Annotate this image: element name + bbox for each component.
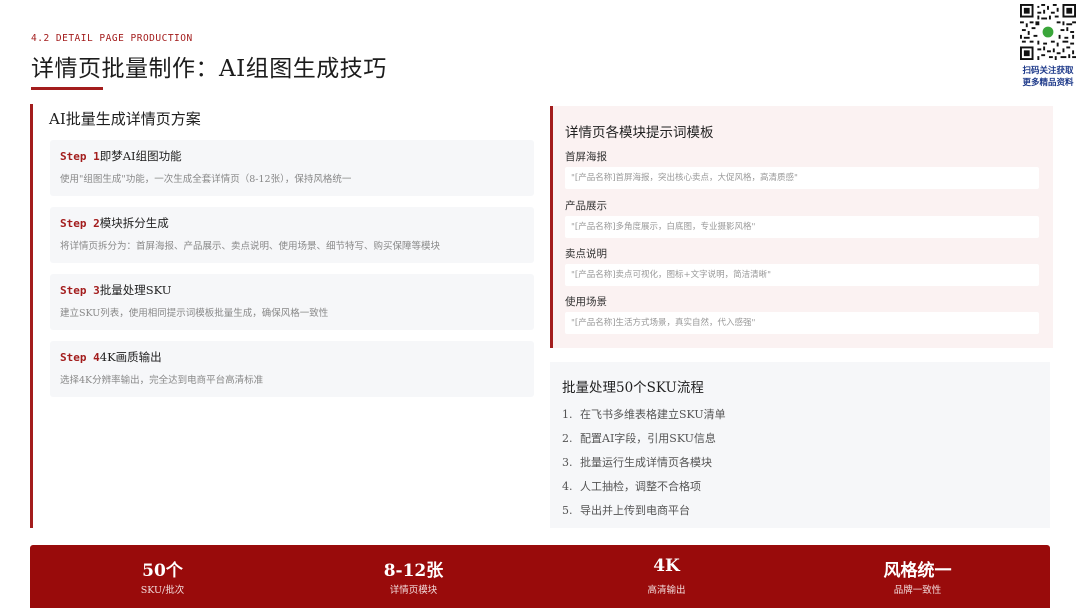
stat-value: 50个 <box>142 561 183 581</box>
template-heading: 详情页各模块提示词模板 <box>565 125 714 141</box>
step-title-text: 模块拆分生成 <box>99 216 169 230</box>
flow-item-number: 4. <box>562 480 573 493</box>
template-prompt-scenario: "[产品名称]生活方式场景，真实自然，代入感强" <box>565 312 1039 334</box>
flow-item-number: 2. <box>562 432 573 445</box>
flow-item-text: 配置AI字段，引用SKU信息 <box>580 432 716 445</box>
stat-value: 4K <box>653 556 680 576</box>
stats-bar: 50个 SKU/批次 8-12张 详情页模块 4K 高清输出 风格统一 品牌一致… <box>30 545 1050 608</box>
qr-code-icon <box>1020 4 1076 60</box>
ai-batch-plan-panel: AI批量生成详情页方案 Step 1即梦AI组图功能 使用"组图生成"功能，一次… <box>30 104 538 528</box>
step-card-1: Step 1即梦AI组图功能 使用"组图生成"功能，一次生成全套详情页（8-12… <box>50 140 534 196</box>
flow-item-text: 批量运行生成详情页各模块 <box>580 456 712 469</box>
step-title: Step 3批量处理SKU <box>60 282 172 298</box>
sku-flow-panel: 批量处理50个SKU流程 1. 在飞书多维表格建立SKU清单 2. 配置AI字段，引… <box>550 362 1050 528</box>
flow-item: 1. 在飞书多维表格建立SKU清单 <box>562 406 726 422</box>
step-number: Step 1 <box>60 150 100 163</box>
template-label-poster: 首屏海报 <box>565 151 607 163</box>
step-card-3: Step 3批量处理SKU 建立SKU列表，使用相同提示词模板批量生成，确保风格… <box>50 274 534 330</box>
qr-caption-line2: 更多精品资料 <box>1022 78 1074 88</box>
step-title: Step 44K画质输出 <box>60 349 162 365</box>
flow-item-text: 人工抽检，调整不合格项 <box>580 480 701 493</box>
step-title-text: 即梦AI组图功能 <box>99 149 182 163</box>
flow-item: 3. 批量运行生成详情页各模块 <box>562 454 712 470</box>
flow-item-number: 1. <box>562 408 573 421</box>
flow-item: 2. 配置AI字段，引用SKU信息 <box>562 430 716 446</box>
flow-item: 4. 人工抽检，调整不合格项 <box>562 478 701 494</box>
step-description: 建立SKU列表，使用相同提示词模板批量生成，确保风格一致性 <box>60 308 329 319</box>
stat-value: 风格统一 <box>883 561 952 581</box>
step-number: Step 4 <box>60 351 100 364</box>
stat-label: SKU/批次 <box>140 585 185 596</box>
stat-label: 详情页模块 <box>389 585 438 596</box>
step-number: Step 3 <box>60 284 100 297</box>
step-card-4: Step 44K画质输出 选择4K分辨率输出，完全达到电商平台高清标准 <box>50 341 534 397</box>
step-number: Step 2 <box>60 217 100 230</box>
step-card-2: Step 2模块拆分生成 将详情页拆分为：首屏海报、产品展示、卖点说明、使用场景… <box>50 207 534 263</box>
template-label-scenario: 使用场景 <box>565 296 607 308</box>
flow-heading: 批量处理50个SKU流程 <box>562 380 704 396</box>
title-underline <box>31 87 103 90</box>
template-prompt-product: "[产品名称]多角度展示，白底图，专业摄影风格" <box>565 216 1039 238</box>
template-label-product: 产品展示 <box>565 200 607 212</box>
flow-item-number: 3. <box>562 456 573 469</box>
step-title: Step 1即梦AI组图功能 <box>60 148 182 164</box>
flow-item-number: 5. <box>562 504 573 517</box>
step-title-text: 4K画质输出 <box>99 350 162 364</box>
step-description: 将详情页拆分为：首屏海报、产品展示、卖点说明、使用场景、细节特写、购买保障等模块 <box>60 241 441 252</box>
stat-label: 品牌一致性 <box>893 585 942 596</box>
template-prompt-poster: "[产品名称]首屏海报，突出核心卖点，大促风格，高清质感" <box>565 167 1039 189</box>
step-title: Step 2模块拆分生成 <box>60 215 169 231</box>
qr-caption: 扫码关注获取 更多精品资料 <box>1010 65 1080 89</box>
step-title-text: 批量处理SKU <box>99 283 172 297</box>
step-description: 使用"组图生成"功能，一次生成全套详情页（8-12张），保持风格统一 <box>60 174 352 185</box>
stat-label: 高清输出 <box>647 585 686 596</box>
flow-item: 5. 导出并上传到电商平台 <box>562 502 690 518</box>
step-description: 选择4K分辨率输出，完全达到电商平台高清标准 <box>60 375 264 386</box>
prompt-template-panel: 详情页各模块提示词模板 首屏海报 "[产品名称]首屏海报，突出核心卖点，大促风格… <box>550 106 1053 348</box>
plan-heading: AI批量生成详情页方案 <box>49 110 201 128</box>
section-tag: 4.2 DETAIL PAGE PRODUCTION <box>31 33 193 44</box>
flow-item-text: 在飞书多维表格建立SKU清单 <box>580 408 726 421</box>
page-title: 详情页批量制作：AI组图生成技巧 <box>31 56 387 82</box>
template-prompt-selling-points: "[产品名称]卖点可视化，图标+文字说明，简洁清晰" <box>565 264 1039 286</box>
qr-caption-line1: 扫码关注获取 <box>1022 66 1074 76</box>
template-label-selling-points: 卖点说明 <box>565 248 607 260</box>
flow-item-text: 导出并上传到电商平台 <box>580 504 690 517</box>
stat-value: 8-12张 <box>383 561 444 581</box>
